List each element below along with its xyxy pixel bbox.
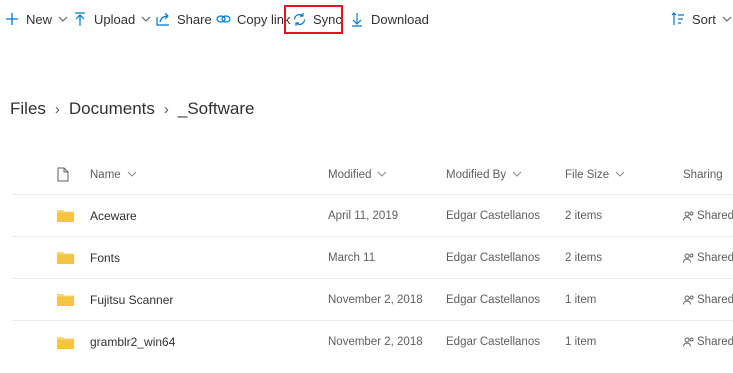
upload-button[interactable]: Upload <box>72 0 151 38</box>
upload-arrow-icon <box>72 11 88 27</box>
row-file-size: 2 items <box>565 209 603 222</box>
upload-label: Upload <box>94 11 136 27</box>
row-modified-by: Edgar Castellanos <box>446 293 540 306</box>
breadcrumb-item-documents[interactable]: Documents <box>69 99 155 119</box>
chevron-right-icon: › <box>54 100 60 118</box>
column-header-modified-label: Modified <box>328 168 372 181</box>
row-name[interactable]: Aceware <box>90 195 137 236</box>
chevron-down-icon <box>615 171 625 178</box>
column-header-modified[interactable]: Modified <box>328 155 387 194</box>
document-icon[interactable] <box>57 155 77 194</box>
column-header-modified-by[interactable]: Modified By <box>446 155 522 194</box>
row-modified-by: Edgar Castellanos <box>446 251 540 264</box>
people-icon <box>683 295 694 305</box>
column-header-name[interactable]: Name <box>90 155 137 194</box>
sort-button[interactable]: Sort <box>670 0 732 38</box>
row-modified-by: Edgar Castellanos <box>446 209 540 222</box>
download-label: Download <box>371 11 429 27</box>
folder-icon <box>57 279 77 320</box>
folder-icon <box>57 195 77 236</box>
plus-icon <box>4 11 20 27</box>
share-label: Share <box>177 11 212 27</box>
chevron-down-icon <box>141 16 151 23</box>
row-sharing[interactable]: Shared <box>683 279 733 320</box>
new-label: New <box>26 11 53 27</box>
row-name[interactable]: Fonts <box>90 237 120 278</box>
row-modified: November 2, 2018 <box>328 336 423 348</box>
people-icon <box>683 211 694 221</box>
row-name[interactable]: gramblr2_win64 <box>90 321 175 363</box>
row-sharing[interactable]: Shared <box>683 195 733 236</box>
column-header-modified-by-label: Modified By <box>446 168 507 181</box>
row-name[interactable]: Fujitsu Scanner <box>90 279 173 320</box>
sort-icon <box>670 11 686 27</box>
row-file-size: 1 item <box>565 293 597 306</box>
share-button[interactable]: Share <box>155 0 212 38</box>
column-header-sharing-label: Sharing <box>683 168 723 181</box>
folder-icon <box>57 321 77 363</box>
download-arrow-icon <box>349 11 365 27</box>
row-sharing-label: Shared <box>697 251 733 264</box>
row-modified-by: Edgar Castellanos <box>446 336 540 348</box>
breadcrumb: Files › Documents › _Software <box>10 96 254 122</box>
sort-label: Sort <box>692 11 716 27</box>
table-row[interactable]: gramblr2_win64 November 2, 2018 Edgar Ca… <box>12 321 733 363</box>
file-list: Name Modified Modified By File Size Shar… <box>12 155 733 363</box>
row-modified: April 11, 2019 <box>328 209 399 222</box>
row-file-size: 2 items <box>565 251 603 264</box>
copy-link-label: Copy link <box>237 11 291 27</box>
breadcrumb-item-files[interactable]: Files <box>10 99 46 119</box>
column-header-file-size-label: File Size <box>565 168 610 181</box>
link-icon <box>215 11 231 27</box>
chevron-down-icon <box>377 171 387 178</box>
row-file-size: 1 item <box>565 336 597 348</box>
breadcrumb-item-current: _Software <box>177 99 255 118</box>
chevron-down-icon <box>58 16 68 23</box>
column-header-file-size[interactable]: File Size <box>565 155 625 194</box>
chevron-right-icon: › <box>163 100 169 118</box>
people-icon <box>683 253 694 263</box>
download-button[interactable]: Download <box>349 0 429 38</box>
row-sharing[interactable]: Shared <box>683 321 733 363</box>
column-header-name-label: Name <box>90 168 121 181</box>
share-icon <box>155 11 171 27</box>
row-modified: March 11 <box>328 251 376 264</box>
sync-highlight-box <box>284 5 343 34</box>
chevron-down-icon <box>722 16 732 23</box>
row-sharing-label: Shared <box>697 293 733 306</box>
copy-link-button[interactable]: Copy link <box>215 0 290 38</box>
row-sharing[interactable]: Shared <box>683 237 733 278</box>
row-sharing-label: Shared <box>697 209 733 222</box>
row-modified: November 2, 2018 <box>328 293 423 306</box>
folder-icon <box>57 237 77 278</box>
table-row[interactable]: Fujitsu Scanner November 2, 2018 Edgar C… <box>12 279 733 321</box>
chevron-down-icon <box>512 171 522 178</box>
people-icon <box>683 337 694 347</box>
row-sharing-label: Shared <box>697 336 733 348</box>
column-header-sharing[interactable]: Sharing <box>683 155 723 194</box>
table-row[interactable]: Fonts March 11 Edgar Castellanos 2 items… <box>12 237 733 279</box>
new-button[interactable]: New <box>4 0 68 38</box>
table-row[interactable]: Aceware April 11, 2019 Edgar Castellanos… <box>12 195 733 237</box>
list-header: Name Modified Modified By File Size Shar… <box>12 155 733 195</box>
chevron-down-icon <box>127 171 137 178</box>
command-bar: New Upload Share Copy link Sync Download… <box>0 0 733 38</box>
